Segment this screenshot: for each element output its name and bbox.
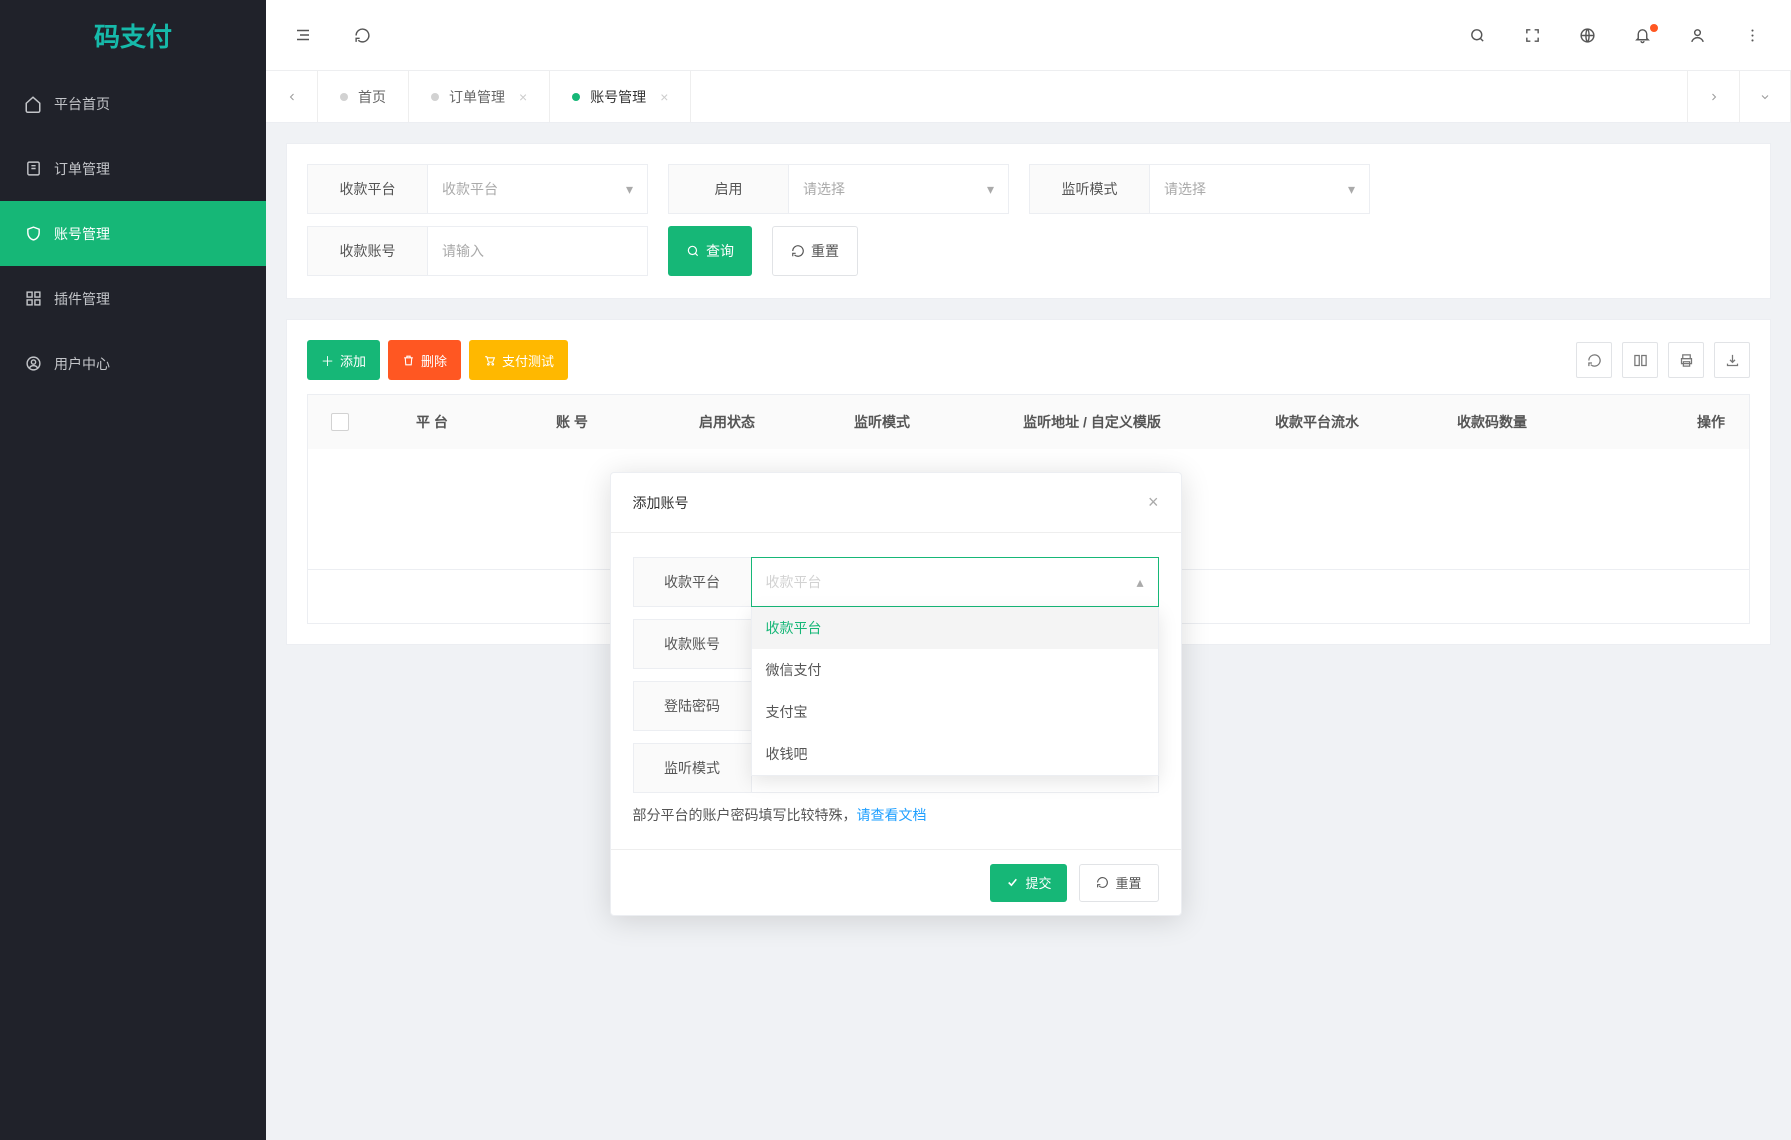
add-account-modal: 添加账号 × 收款平台 收款平台 ▴ 收款平台 微信支付 支付宝 收钱吧 收款账… — [610, 472, 1182, 916]
modal-hint: 部分平台的账户密码填写比较特殊，请查看文档 — [633, 805, 1159, 825]
dropdown-option[interactable]: 收款平台 — [752, 607, 1158, 649]
submit-button[interactable]: 提交 — [990, 864, 1067, 902]
field-label: 监听模式 — [633, 743, 751, 793]
field-label: 登陆密码 — [633, 681, 751, 731]
dropdown-option[interactable]: 收钱吧 — [752, 733, 1158, 775]
platform-dropdown: 收款平台 微信支付 支付宝 收钱吧 — [751, 607, 1159, 776]
dropdown-option[interactable]: 支付宝 — [752, 691, 1158, 733]
modal-platform-select[interactable]: 收款平台 ▴ — [751, 557, 1159, 607]
modal-mask: 添加账号 × 收款平台 收款平台 ▴ 收款平台 微信支付 支付宝 收钱吧 收款账… — [0, 0, 1791, 1140]
field-label: 收款平台 — [633, 557, 751, 607]
chevron-up-icon: ▴ — [1136, 574, 1143, 591]
field-label: 收款账号 — [633, 619, 751, 669]
doc-link[interactable]: 请查看文档 — [857, 807, 927, 823]
modal-close-button[interactable]: × — [1148, 492, 1159, 513]
dropdown-option[interactable]: 微信支付 — [752, 649, 1158, 691]
modal-reset-button[interactable]: 重置 — [1079, 864, 1158, 902]
modal-title: 添加账号 — [633, 493, 689, 513]
